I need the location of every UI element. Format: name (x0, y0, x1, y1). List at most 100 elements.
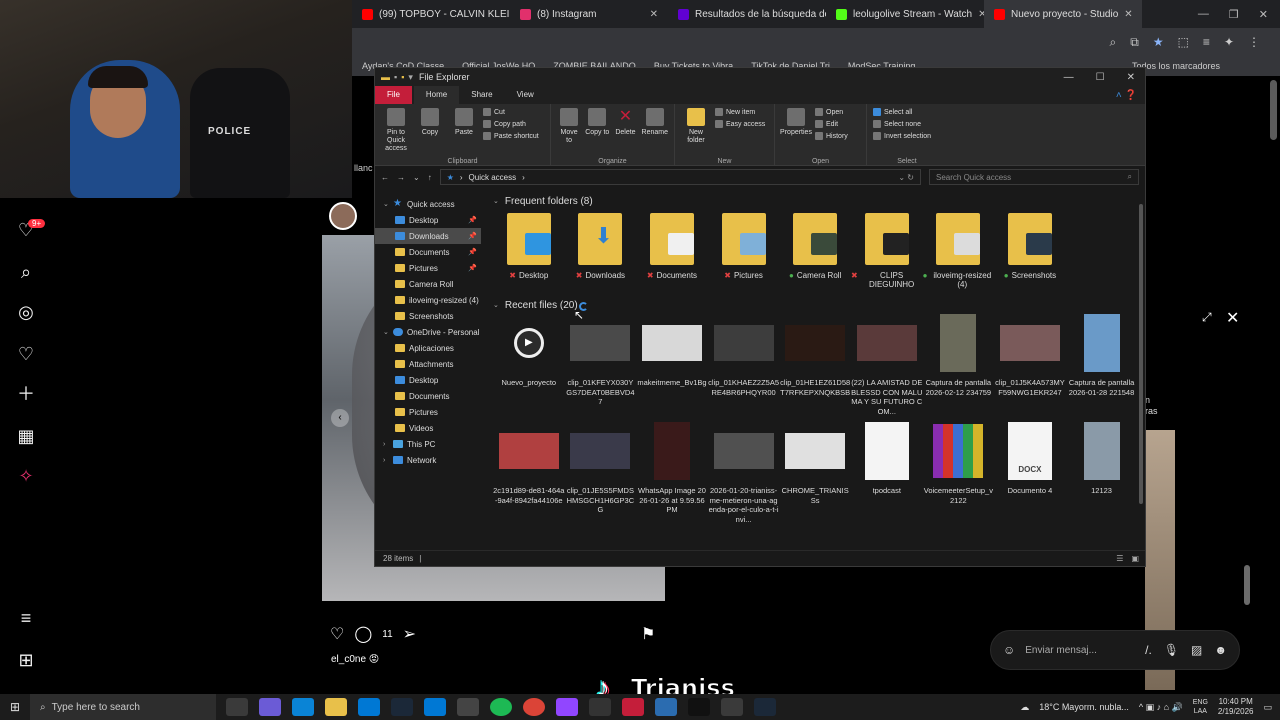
recent-file-tile[interactable]: 2026-01-20-trianiss-me-metieron-una-agen… (708, 422, 780, 530)
nav-item[interactable]: Desktop 📌 (375, 212, 481, 228)
recent-file-tile[interactable]: 2c191d89-de81-464a-9a4f-8942fa44106e (493, 422, 565, 530)
recent-file-tile[interactable]: tpodcast (851, 422, 923, 530)
nav-item[interactable]: Attachments (375, 356, 481, 372)
nav-item[interactable]: iloveimg-resized (4) (375, 292, 481, 308)
menu-icon[interactable]: ⋮ (1248, 35, 1260, 49)
search-input[interactable]: Search Quick access ⌕ (929, 169, 1139, 185)
content-scrollbar[interactable] (1139, 204, 1143, 504)
chrome-icon[interactable] (523, 698, 545, 716)
select-none-button[interactable]: Select none (873, 120, 931, 128)
explore-icon[interactable]: ◎ (16, 302, 36, 322)
new-item-button[interactable]: New item (715, 108, 765, 116)
save-icon[interactable]: ⚑ (641, 624, 655, 644)
copilot-icon[interactable] (259, 698, 281, 716)
history-button[interactable]: History (815, 132, 848, 140)
language-indicator[interactable]: ENG LAA (1193, 698, 1208, 716)
large-icons-view-icon[interactable]: ▣ (1131, 554, 1139, 563)
recent-files-header[interactable]: ⌄ Recent files (20) (493, 296, 1145, 314)
folder-tile[interactable]: ✖ CLIPS DIEGUINHO (851, 210, 923, 296)
invert-selection-button[interactable]: Invert selection (873, 132, 931, 140)
weather-icon[interactable]: ☁ (1020, 702, 1029, 713)
paste-shortcut-button[interactable]: Paste shortcut (483, 132, 539, 140)
sticker-icon[interactable]: ☻ (1214, 643, 1227, 657)
search-icon[interactable]: ⌕ (1128, 172, 1132, 182)
folder-tile[interactable]: ● Screenshots (994, 210, 1066, 296)
create-icon[interactable]: ＋ (16, 384, 36, 404)
emoji-icon[interactable]: ☺ (1003, 643, 1015, 657)
edge-icon[interactable] (292, 698, 314, 716)
nav-item[interactable]: Desktop (375, 372, 481, 388)
copy-path-button[interactable]: Copy path (483, 120, 539, 128)
all-bookmarks[interactable]: Todos los marcadores (1132, 61, 1280, 71)
collapse-chevron-icon[interactable]: ⌄ (493, 197, 499, 205)
file-explorer-icon[interactable] (325, 698, 347, 716)
recent-file-tile[interactable]: (22) LA AMISTAD DE BLESSD CON MALUMA Y S… (851, 314, 923, 422)
tab-close-icon[interactable]: ✕ (1124, 9, 1132, 20)
nav-item[interactable]: Pictures 📌 (375, 260, 481, 276)
terminal-icon[interactable] (721, 698, 743, 716)
clock[interactable]: 10:40 PM 2/19/2026 (1218, 697, 1254, 717)
back-arrow-icon[interactable]: ← (381, 173, 389, 182)
nav-item[interactable]: Downloads 📌 (375, 228, 481, 244)
minimize-icon[interactable]: — (1064, 72, 1074, 83)
page-scrollbar[interactable] (1270, 80, 1277, 140)
browser-tab[interactable]: Resultados de la búsqueda de✕ (668, 0, 826, 28)
nav-item[interactable]: Videos (375, 420, 481, 436)
folder-tile[interactable]: ✖ Desktop (493, 210, 565, 296)
details-view-icon[interactable]: ☰ (1116, 554, 1123, 563)
maximize-icon[interactable]: ☐ (1096, 72, 1105, 83)
extensions-icon[interactable]: ⬚ (1178, 35, 1189, 49)
recent-file-tile[interactable]: DOCX Documento 4 (994, 422, 1066, 530)
breadcrumb-chevron-icon[interactable]: › (460, 173, 463, 182)
nav-item[interactable]: Aplicaciones (375, 340, 481, 356)
share-icon[interactable]: ➢ (403, 624, 416, 644)
minimize-icon[interactable]: — (1198, 8, 1209, 21)
dropdown-icon[interactable]: ▾ (408, 72, 413, 83)
puzzle-icon[interactable]: ✦ (1224, 35, 1234, 49)
app-icon-2[interactable] (589, 698, 611, 716)
address-bar[interactable]: ★ › Quick access › ⌄ ↻ (439, 169, 921, 185)
browser-tab[interactable]: (99) TOPBOY - CALVIN KLEIN (✕ (352, 0, 510, 28)
properties-icon[interactable]: ▪ (394, 72, 397, 83)
task-view-icon[interactable] (226, 698, 248, 716)
nav-item[interactable]: Camera Roll (375, 276, 481, 292)
recent-file-tile[interactable]: WhatsApp Image 2026-01-26 at 9.59.56 PM (636, 422, 708, 530)
edit-button[interactable]: Edit (815, 120, 848, 128)
like-icon[interactable]: ♡ (330, 624, 344, 644)
recent-file-tile[interactable]: clip_01J5K4A573MYF59NWG1EKR247 (994, 314, 1066, 422)
nav-item[interactable]: Documents (375, 388, 481, 404)
image-icon[interactable]: ▨ (1191, 643, 1202, 657)
notifications-icon[interactable]: ▭ (1263, 702, 1272, 713)
restore-icon[interactable]: ❐ (1229, 8, 1239, 21)
expand-icon[interactable]: ⤢ (1202, 310, 1212, 325)
previous-arrow-icon[interactable]: ‹ (331, 409, 349, 427)
app-icon-4[interactable] (655, 698, 677, 716)
tab-view[interactable]: View (505, 86, 546, 104)
folder-tile[interactable]: ● iloveimg-resized (4) (923, 210, 995, 296)
windows-start-icon[interactable]: ⊞ (0, 700, 30, 714)
breadcrumb[interactable]: Quick access (469, 173, 517, 182)
avatar[interactable] (329, 202, 357, 230)
folder-tile[interactable]: ● Camera Roll (779, 210, 851, 296)
cut-button[interactable]: Cut (483, 108, 539, 116)
message-input[interactable]: ☺ Enviar mensaj... /. 🎙 ▨ ☻ (990, 630, 1240, 670)
forward-arrow-icon[interactable]: → (397, 173, 405, 182)
nav-item[interactable]: ⌄ ★ Quick access (375, 196, 481, 212)
search-icon[interactable]: ⌕ (16, 262, 36, 282)
tab-home[interactable]: Home (413, 86, 460, 104)
steam-icon[interactable] (391, 698, 413, 716)
capcut-icon[interactable] (688, 698, 710, 716)
recent-file-tile[interactable]: Captura de pantalla 2026-02-12 234759 (923, 314, 995, 422)
steam-icon-2[interactable] (754, 698, 776, 716)
nav-item[interactable]: Screenshots (375, 308, 481, 324)
microphone-icon[interactable]: 🎙 (1164, 643, 1179, 657)
spotify-icon[interactable] (490, 698, 512, 716)
close-icon[interactable]: ✕ (1259, 8, 1268, 21)
expand-chevron-icon[interactable]: › (383, 457, 389, 464)
more-menu-icon[interactable]: ≡ (16, 608, 36, 628)
meta-ai-icon[interactable]: ✧ (16, 466, 36, 486)
breadcrumb-chevron-icon[interactable]: › (522, 173, 525, 182)
recent-locations-icon[interactable]: ⌄ (413, 173, 420, 182)
zoom-icon[interactable]: ⌕ (1110, 35, 1117, 50)
app-icon[interactable] (457, 698, 479, 716)
